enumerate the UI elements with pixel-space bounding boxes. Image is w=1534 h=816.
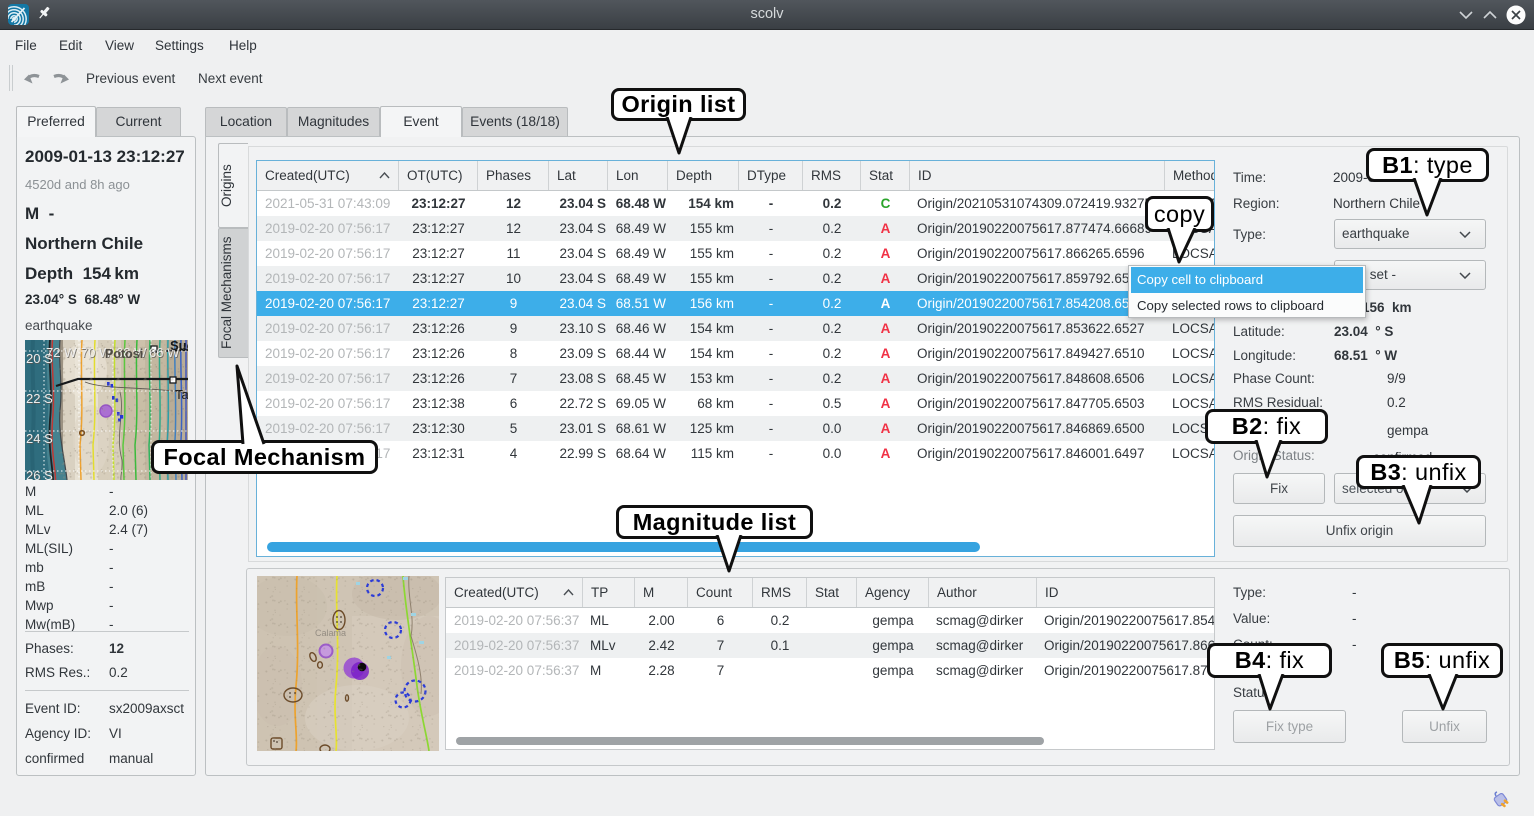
svg-text:22 S: 22 S [26,391,53,406]
svg-text:26 S: 26 S [26,468,53,480]
svg-text:20 S: 20 S [26,351,53,366]
svg-text:24 S: 24 S [26,431,53,446]
